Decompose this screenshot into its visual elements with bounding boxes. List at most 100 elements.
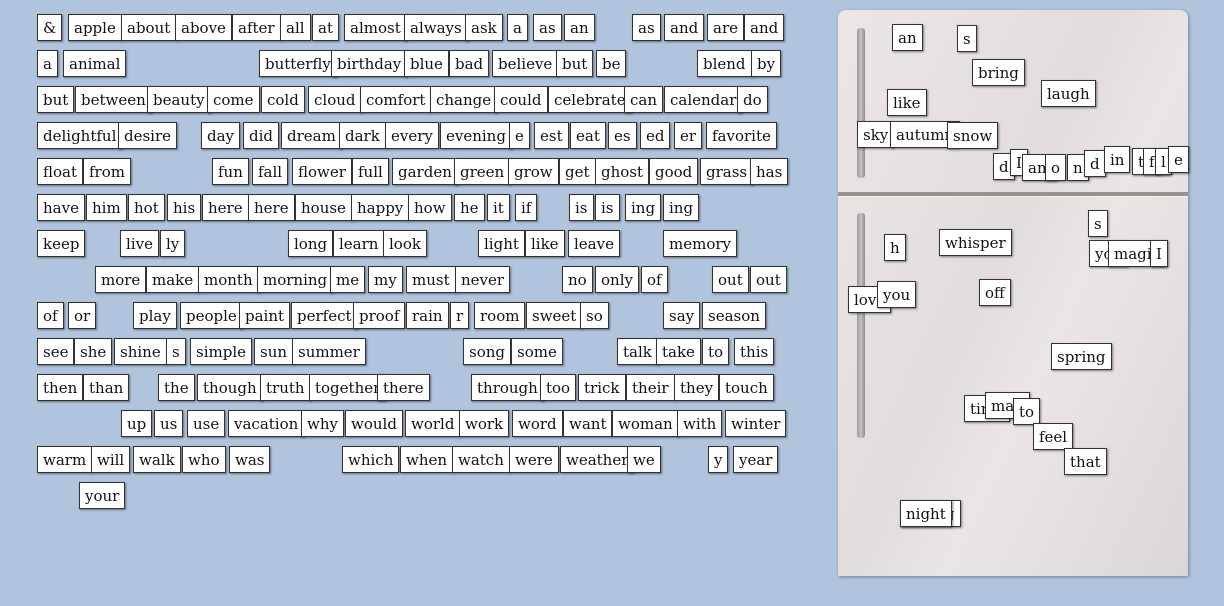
word-magnet-bank[interactable]: is <box>569 194 594 221</box>
word-magnet-bank[interactable]: could <box>494 86 548 113</box>
word-magnet-bank[interactable]: ing <box>625 194 662 221</box>
word-magnet-bank[interactable]: r <box>450 302 470 329</box>
word-magnet-bank[interactable]: of <box>37 302 64 329</box>
word-magnet-bank[interactable]: proof <box>353 302 406 329</box>
word-magnet-bank[interactable]: garden <box>392 158 458 185</box>
word-magnet-bank[interactable]: cold <box>261 86 305 113</box>
word-magnet-bank[interactable]: talk <box>617 338 658 365</box>
word-magnet-bank[interactable]: hot <box>128 194 165 221</box>
word-magnet-bank[interactable]: him <box>86 194 127 221</box>
word-magnet-fridge[interactable]: laugh <box>1041 80 1096 107</box>
word-magnet-bank[interactable]: rain <box>406 302 449 329</box>
word-magnet-bank[interactable]: be <box>596 50 627 77</box>
word-magnet-bank[interactable]: vacation <box>228 410 305 437</box>
word-magnet-bank[interactable]: flower <box>292 158 352 185</box>
word-magnet-bank[interactable]: come <box>207 86 260 113</box>
word-magnet-bank[interactable]: memory <box>663 230 737 257</box>
word-magnet-bank[interactable]: shine <box>114 338 167 365</box>
word-magnet-fridge[interactable]: off <box>979 279 1011 306</box>
word-magnet-bank[interactable]: did <box>243 122 280 149</box>
word-magnet-bank[interactable]: by <box>751 50 782 77</box>
word-magnet-bank[interactable]: bad <box>449 50 490 77</box>
word-magnet-bank[interactable]: me <box>330 266 366 293</box>
word-magnet-bank[interactable]: ly <box>160 230 186 257</box>
word-magnet-fridge[interactable]: I <box>1150 240 1168 267</box>
word-magnet-bank[interactable]: e <box>509 122 530 149</box>
word-magnet-bank[interactable]: will <box>91 446 131 473</box>
word-magnet-bank[interactable]: about <box>121 14 177 41</box>
word-magnet-bank[interactable]: ed <box>640 122 671 149</box>
word-magnet-fridge[interactable]: whisper <box>939 229 1012 256</box>
word-magnet-bank[interactable]: y <box>708 446 729 473</box>
word-magnet-bank[interactable]: s <box>166 338 186 365</box>
word-magnet-bank[interactable]: dream <box>281 122 342 149</box>
word-magnet-bank[interactable]: this <box>734 338 775 365</box>
word-magnet-bank[interactable]: word <box>512 410 563 437</box>
word-magnet-bank[interactable]: only <box>595 266 639 293</box>
word-magnet-fridge[interactable]: h <box>884 234 906 261</box>
word-magnet-bank[interactable]: day <box>201 122 241 149</box>
word-magnet-bank[interactable]: too <box>540 374 577 401</box>
word-magnet-fridge[interactable]: o <box>1045 154 1067 181</box>
word-magnet-bank[interactable]: he <box>454 194 485 221</box>
word-magnet-bank[interactable]: than <box>83 374 130 401</box>
word-magnet-bank[interactable]: make <box>146 266 200 293</box>
word-magnet-bank[interactable]: we <box>627 446 661 473</box>
word-magnet-bank[interactable]: at <box>312 14 339 41</box>
word-magnet-bank[interactable]: but <box>37 86 75 113</box>
word-magnet-bank[interactable]: dark <box>339 122 386 149</box>
word-magnet-bank[interactable]: fall <box>252 158 289 185</box>
word-magnet-bank[interactable]: do <box>737 86 768 113</box>
word-magnet-bank[interactable]: are <box>707 14 744 41</box>
word-magnet-fridge[interactable]: feel <box>1033 423 1074 450</box>
word-magnet-bank[interactable]: warm <box>37 446 93 473</box>
word-magnet-bank[interactable]: eat <box>570 122 606 149</box>
word-magnet-bank[interactable]: must <box>406 266 456 293</box>
word-magnet-fridge[interactable]: like <box>887 89 927 116</box>
word-magnet-bank[interactable]: grass <box>700 158 754 185</box>
word-magnet-bank[interactable]: green <box>454 158 511 185</box>
word-magnet-bank[interactable]: were <box>509 446 559 473</box>
word-magnet-bank[interactable]: & <box>37 14 63 41</box>
word-magnet-bank[interactable]: leave <box>568 230 620 257</box>
word-magnet-bank[interactable]: believe <box>492 50 559 77</box>
word-magnet-bank[interactable]: es <box>608 122 637 149</box>
word-magnet-bank[interactable]: his <box>167 194 202 221</box>
word-magnet-bank[interactable]: have <box>37 194 85 221</box>
word-magnet-bank[interactable]: watch <box>452 446 510 473</box>
word-magnet-bank[interactable]: weather <box>560 446 635 473</box>
word-magnet-fridge[interactable]: e <box>1168 146 1189 173</box>
word-magnet-bank[interactable]: keep <box>37 230 86 257</box>
word-magnet-bank[interactable]: blue <box>404 50 449 77</box>
word-magnet-fridge[interactable]: bring <box>972 59 1025 86</box>
word-magnet-bank[interactable]: with <box>677 410 723 437</box>
word-magnet-bank[interactable]: was <box>229 446 271 473</box>
word-magnet-bank[interactable]: learn <box>333 230 385 257</box>
word-magnet-bank[interactable]: through <box>471 374 544 401</box>
word-magnet-fridge[interactable]: an <box>892 24 923 51</box>
word-magnet-bank[interactable]: want <box>563 410 613 437</box>
word-magnet-fridge[interactable]: d <box>1084 150 1106 177</box>
word-magnet-bank[interactable]: ing <box>663 194 700 221</box>
word-magnet-bank[interactable]: from <box>83 158 131 185</box>
word-magnet-bank[interactable]: er <box>674 122 703 149</box>
word-magnet-bank[interactable]: delightful <box>37 122 123 149</box>
word-magnet-bank[interactable]: it <box>487 194 510 221</box>
word-magnet-fridge[interactable]: you <box>877 281 917 308</box>
word-magnet-fridge[interactable]: in <box>1104 146 1131 173</box>
word-magnet-bank[interactable]: desire <box>118 122 178 149</box>
word-magnet-bank[interactable]: and <box>744 14 785 41</box>
word-magnet-bank[interactable]: why <box>301 410 344 437</box>
word-magnet-bank[interactable]: trick <box>578 374 626 401</box>
word-magnet-bank[interactable]: people <box>180 302 243 329</box>
word-magnet-bank[interactable]: their <box>626 374 675 401</box>
word-magnet-bank[interactable]: as <box>533 14 562 41</box>
word-magnet-bank[interactable]: they <box>674 374 720 401</box>
word-magnet-bank[interactable]: happy <box>351 194 410 221</box>
word-magnet-bank[interactable]: like <box>525 230 565 257</box>
word-magnet-bank[interactable]: a <box>507 14 528 41</box>
word-magnet-bank[interactable]: above <box>175 14 232 41</box>
word-magnet-bank[interactable]: though <box>197 374 263 401</box>
word-magnet-bank[interactable]: apple <box>68 14 122 41</box>
word-magnet-bank[interactable]: up <box>121 410 153 437</box>
